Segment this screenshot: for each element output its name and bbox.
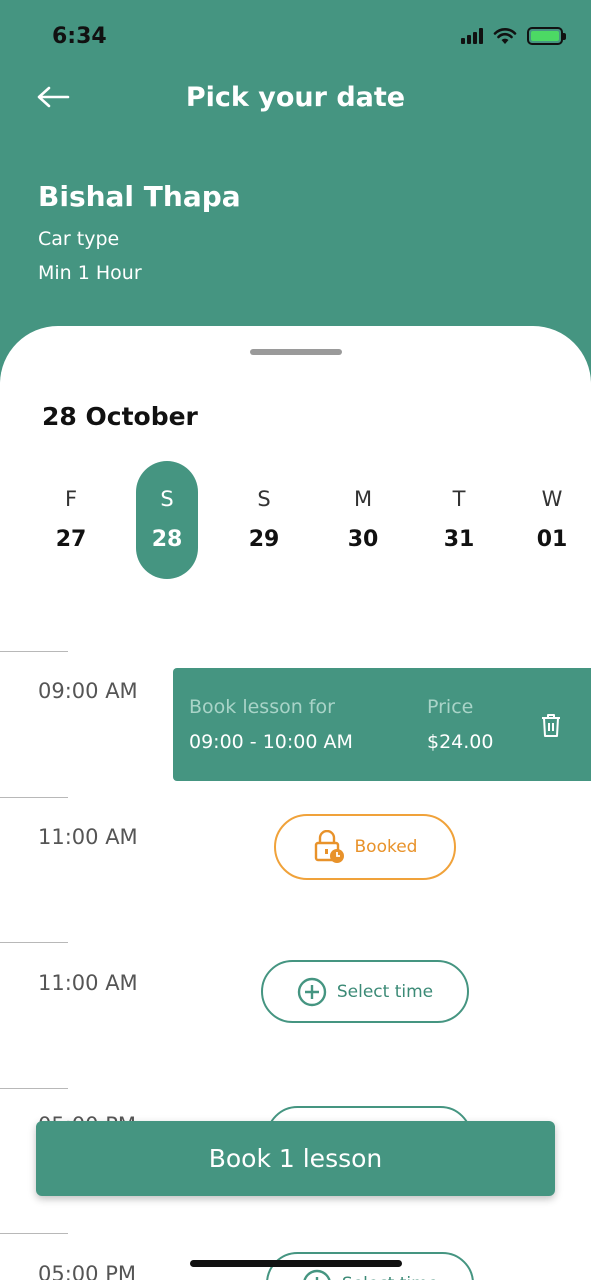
day-of-week: M [353, 487, 373, 511]
day-number: 29 [248, 527, 280, 552]
wifi-icon [493, 28, 517, 44]
day-31[interactable]: T 31 [428, 461, 490, 579]
trash-icon[interactable] [539, 712, 563, 738]
day-28-selected[interactable]: S 28 [136, 461, 198, 579]
booked-label: Booked [354, 837, 418, 857]
day-01[interactable]: W 01 [521, 461, 583, 579]
status-icons [461, 27, 566, 45]
slot-time: 11:00 AM [38, 825, 138, 849]
minimum-duration-label: Min 1 Hour [38, 262, 142, 284]
home-indicator[interactable] [190, 1260, 402, 1267]
price-label: Price [427, 696, 474, 718]
slot-time: 05:00 PM [38, 1262, 136, 1280]
page-title: Pick your date [185, 82, 406, 113]
slot-time: 09:00 AM [38, 679, 138, 703]
day-number: 30 [347, 527, 379, 552]
day-of-week: S [257, 487, 271, 511]
day-of-week: S [160, 487, 174, 511]
selected-date-label: 28 October [42, 402, 198, 431]
slot-divider [0, 651, 68, 652]
car-type-label: Car type [38, 228, 120, 250]
book-lesson-label: Book lesson for [189, 696, 335, 718]
day-number: 31 [443, 527, 475, 552]
day-number: 28 [151, 527, 183, 552]
battery-icon [527, 27, 566, 45]
select-time-label: Select time [342, 1274, 438, 1280]
lock-clock-icon [314, 830, 344, 863]
add-circle-icon [297, 977, 327, 1006]
day-of-week: W [541, 487, 563, 511]
selected-lesson-card: Book lesson for 09:00 - 10:00 AM Price $… [173, 668, 591, 781]
slot-divider [0, 797, 68, 798]
booked-slot-badge: Booked [274, 814, 456, 880]
day-30[interactable]: M 30 [332, 461, 394, 579]
add-circle-icon [303, 1269, 331, 1280]
book-lesson-button[interactable]: Book 1 lesson [36, 1121, 555, 1196]
day-27[interactable]: F 27 [40, 461, 102, 579]
cellular-signal-icon [461, 28, 483, 44]
select-time-button[interactable]: Select time [261, 960, 469, 1023]
slot-time: 11:00 AM [38, 971, 138, 995]
instructor-name: Bishal Thapa [38, 180, 241, 213]
status-time: 6:34 [52, 24, 107, 49]
slot-divider [0, 1233, 68, 1234]
day-number: 27 [55, 527, 87, 552]
lesson-time-range: 09:00 - 10:00 AM [189, 731, 353, 753]
select-time-label: Select time [336, 981, 434, 1002]
day-29[interactable]: S 29 [233, 461, 295, 579]
slot-divider [0, 1088, 68, 1089]
slot-divider [0, 942, 68, 943]
day-of-week: T [452, 487, 466, 511]
drag-handle[interactable] [250, 349, 342, 355]
day-of-week: F [64, 487, 78, 511]
price-value: $24.00 [427, 731, 494, 753]
day-number: 01 [536, 527, 568, 552]
